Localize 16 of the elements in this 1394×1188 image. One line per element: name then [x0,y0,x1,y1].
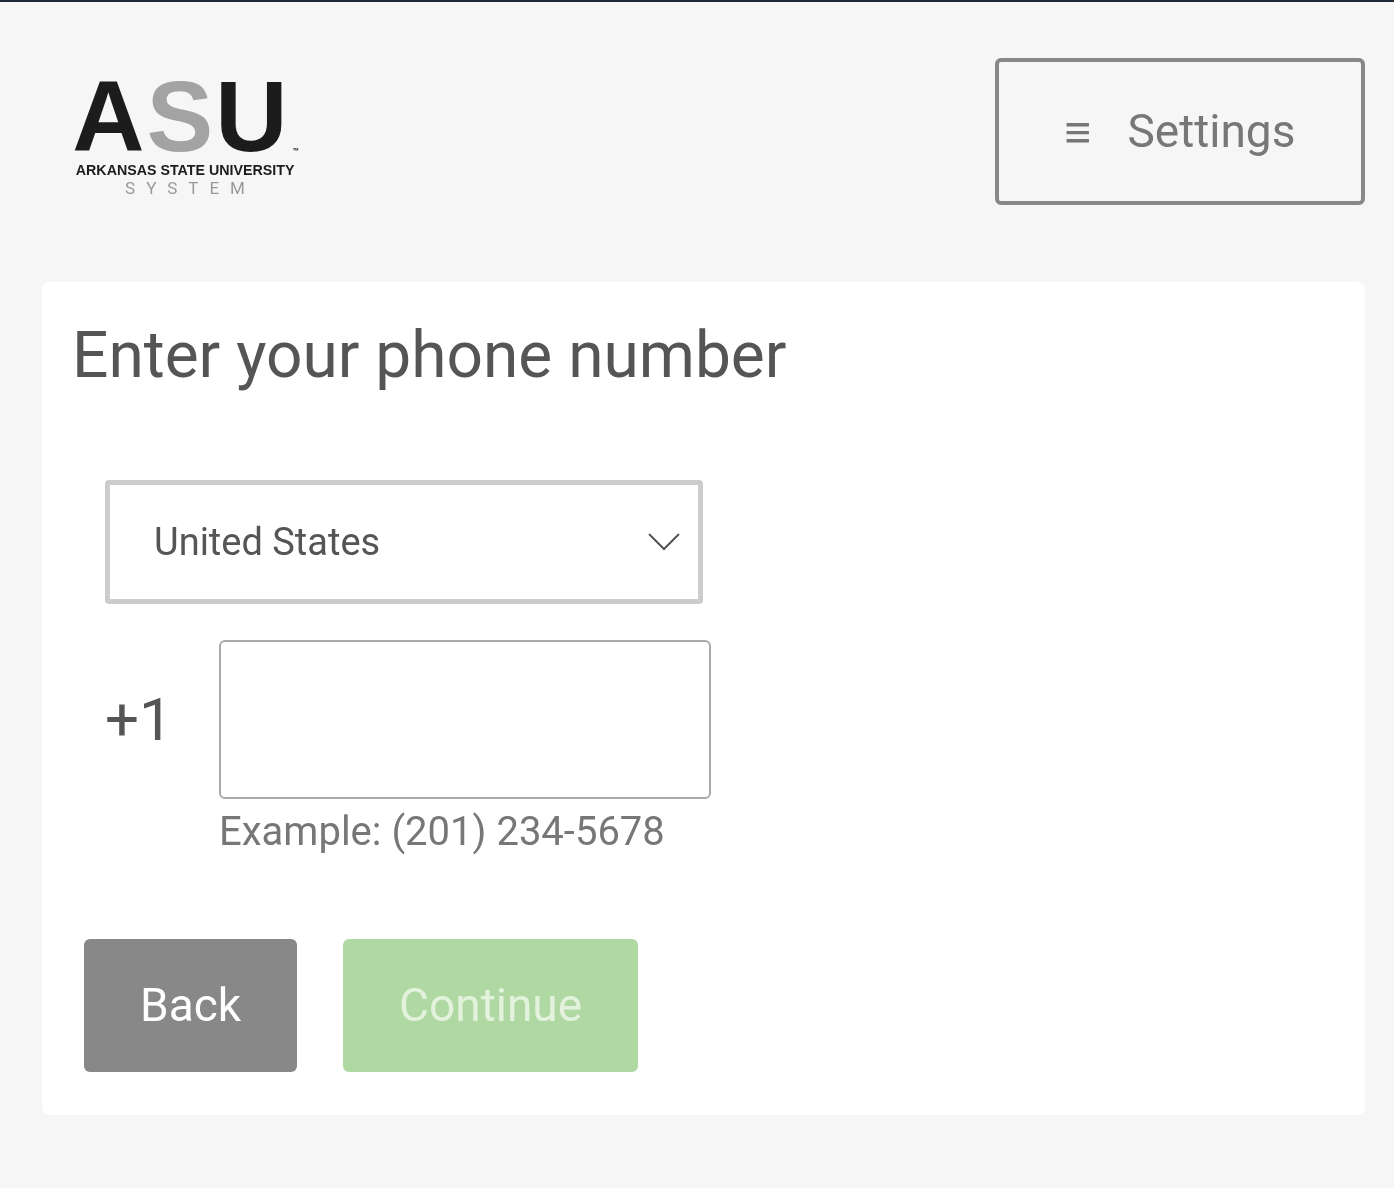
trademark: ™ [292,148,299,156]
logo-subtitle: SYSTEM [125,180,256,197]
chevron-icon [648,533,680,551]
logo-name: ARKANSAS STATE UNIVERSITY [75,162,295,177]
back-button[interactable]: Back [84,939,298,1072]
page-title: Enter your phone number [72,317,788,395]
logo-letter: A [71,76,145,156]
logo-letter: S [146,76,214,156]
example-text: Example: (201) 234-5678 [219,807,666,857]
phone-input[interactable] [219,640,711,799]
country-select[interactable]: United States [105,480,703,604]
settings-button[interactable]: ≡ Settings [995,58,1365,205]
menu-icon: ≡ [1064,108,1092,155]
logo-letter: U [215,76,288,156]
country-code: +1 [105,682,174,757]
select-value: United States [154,518,381,566]
